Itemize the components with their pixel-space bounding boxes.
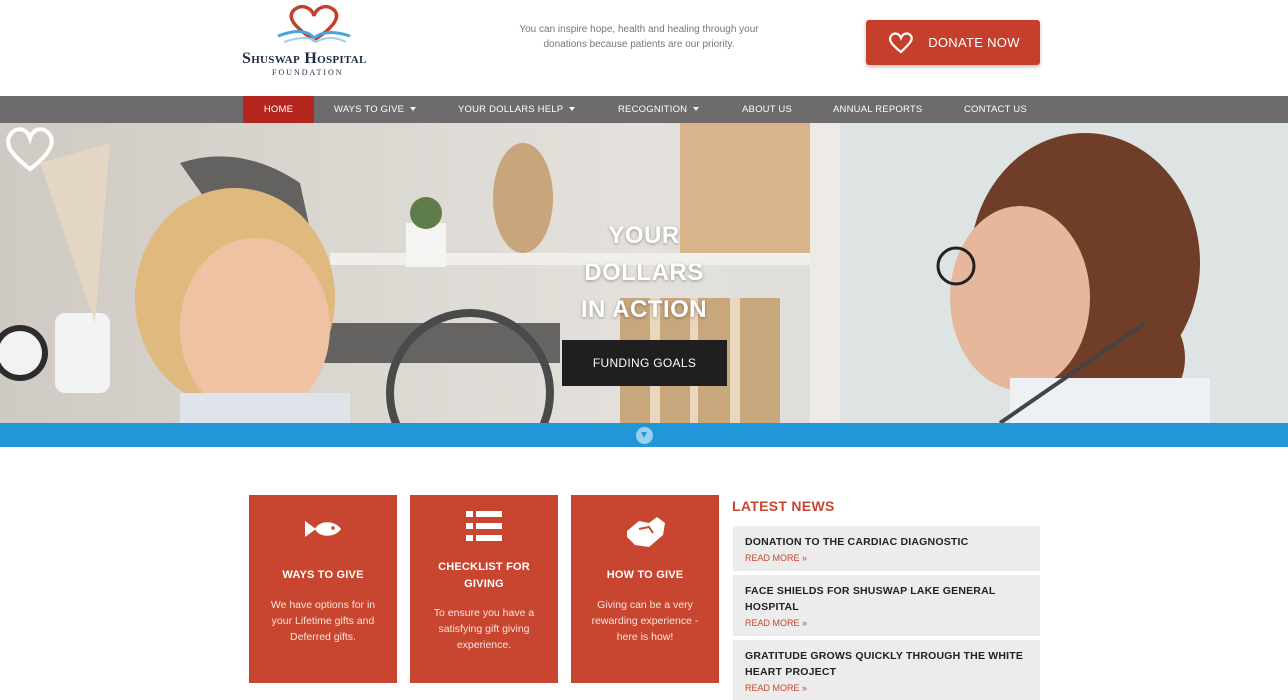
hero-title: YOUR DOLLARS IN ACTION <box>544 217 744 328</box>
nav-item-annual-reports[interactable]: ANNUAL REPORTS <box>833 96 922 123</box>
nav-item-home[interactable]: HOME <box>243 96 314 123</box>
nav-item-label: ANNUAL REPORTS <box>833 104 923 115</box>
donate-now-button[interactable]: DONATE NOW <box>866 20 1040 65</box>
card-checklist-for-giving[interactable]: CHECKLIST FOR GIVING To ensure you have … <box>410 495 558 683</box>
nav-item-label: YOUR DOLLARS HELP <box>458 104 564 115</box>
news-item: FACE SHIELDS FOR SHUSWAP LAKE GENERAL HO… <box>733 575 1040 636</box>
heart-logo-icon <box>277 4 351 44</box>
chevron-down-icon <box>410 107 417 111</box>
nav-item-label: ABOUT US <box>742 104 792 115</box>
hero-title-line: IN ACTION <box>580 296 708 323</box>
nav-item-contact-us[interactable]: CONTACT US <box>964 96 1027 123</box>
fish-icon <box>305 521 341 537</box>
latest-news-heading: LATEST NEWS <box>732 498 835 514</box>
funding-goals-button[interactable]: FUNDING GOALS <box>562 340 727 386</box>
site-header: Shuswap Hospital FOUNDATION You can insp… <box>0 0 1288 96</box>
logo-name: Shuswap Hospital <box>242 50 367 67</box>
card-title: CHECKLIST FOR GIVING <box>438 561 530 590</box>
card-text: Giving can be a very rewarding experienc… <box>591 599 699 643</box>
news-title-link[interactable]: FACE SHIELDS FOR SHUSWAP LAKE GENERAL HO… <box>745 583 1028 615</box>
hero-title-line: DOLLARS <box>584 259 704 286</box>
hero-title-line: YOUR <box>608 222 680 249</box>
nav-item-ways-to-give[interactable]: WAYS TO GIVE <box>334 96 417 123</box>
nav-item-recognition[interactable]: RECOGNITION <box>618 96 700 123</box>
nav-item-label: HOME <box>263 104 294 115</box>
hero-banner: YOUR DOLLARS IN ACTION FUNDING GOALS <box>0 123 1288 423</box>
read-more-link[interactable]: READ MORE » <box>745 551 1028 565</box>
logo-subtitle: FOUNDATION <box>272 68 344 77</box>
heart-outline-icon <box>6 127 54 172</box>
news-title-link[interactable]: DONATION TO THE CARDIAC DIAGNOSTIC <box>745 534 1028 550</box>
heart-icon <box>889 31 914 53</box>
card-title: WAYS TO GIVE <box>282 569 364 581</box>
list-icon <box>466 511 502 541</box>
news-item: DONATION TO THE CARDIAC DIAGNOSTIC READ … <box>733 526 1040 571</box>
nav-item-label: CONTACT US <box>964 104 1027 115</box>
handshake-icon <box>627 517 665 547</box>
scroll-down-icon[interactable] <box>636 427 653 444</box>
card-text: To ensure you have a satisfying gift giv… <box>433 607 535 651</box>
read-more-link[interactable]: READ MORE » <box>745 616 1028 630</box>
header-tagline: You can inspire hope, health and healing… <box>519 24 759 50</box>
chevron-down-icon <box>569 107 576 111</box>
read-more-link[interactable]: READ MORE » <box>745 681 1028 695</box>
donate-now-label: DONATE NOW <box>928 35 1020 50</box>
main-nav: HOME WAYS TO GIVE YOUR DOLLARS HELP RECO… <box>0 96 1288 123</box>
nav-item-label: RECOGNITION <box>618 104 688 115</box>
nav-item-your-dollars-help[interactable]: YOUR DOLLARS HELP <box>458 96 576 123</box>
card-ways-to-give[interactable]: WAYS TO GIVE We have options for in your… <box>249 495 397 683</box>
logo[interactable]: Shuswap Hospital FOUNDATION <box>236 4 386 78</box>
nav-item-label: WAYS TO GIVE <box>334 104 405 115</box>
news-title-link[interactable]: GRATITUDE GROWS QUICKLY THROUGH THE WHIT… <box>745 648 1028 680</box>
nav-item-about-us[interactable]: ABOUT US <box>742 96 792 123</box>
card-how-to-give[interactable]: HOW TO GIVE Giving can be a very rewardi… <box>571 495 719 683</box>
card-title: HOW TO GIVE <box>606 569 684 581</box>
chevron-down-icon <box>693 107 700 111</box>
news-item: GRATITUDE GROWS QUICKLY THROUGH THE WHIT… <box>733 640 1040 700</box>
card-text: We have options for in your Lifetime gif… <box>270 599 376 643</box>
